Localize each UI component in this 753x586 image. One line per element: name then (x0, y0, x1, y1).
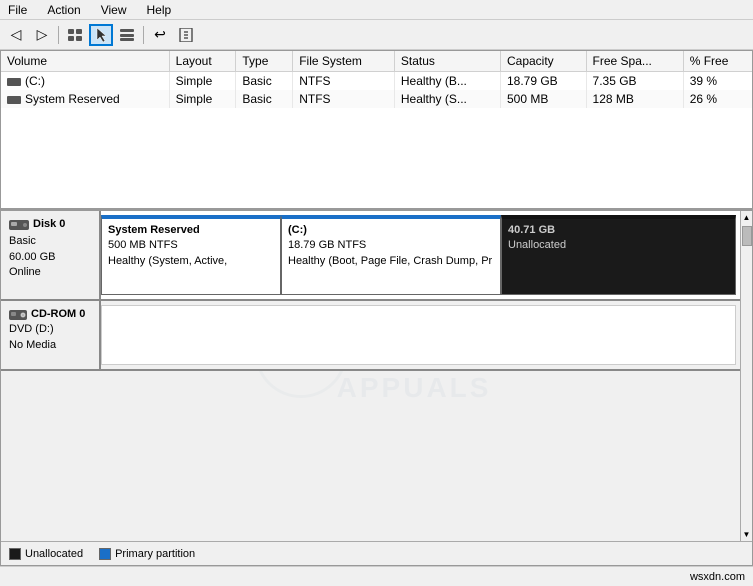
legend-unallocated-box (9, 548, 21, 560)
menu-bar: File Action View Help (0, 0, 753, 20)
cell-filesystem: NTFS (293, 90, 395, 108)
cdrom-row: CD-ROM 0 DVD (D:) No Media (1, 301, 740, 371)
volume-list-pane[interactable]: Volume Layout Type File System Status Ca… (1, 51, 752, 211)
cell-layout: Simple (169, 90, 236, 108)
cell-freespace: 7.35 GB (586, 72, 683, 91)
volume-table: Volume Layout Type File System Status Ca… (1, 51, 752, 108)
cdrom-status: No Media (9, 338, 91, 353)
info-icon (179, 28, 193, 42)
table-row[interactable]: (C:) Simple Basic NTFS Healthy (B... 18.… (1, 72, 752, 91)
menu-file[interactable]: File (4, 1, 31, 19)
cell-capacity: 18.79 GB (500, 72, 586, 91)
disk-row-0: Disk 0 Basic 60.00 GB Online System Rese… (1, 211, 740, 301)
disk-name: Disk 0 (33, 217, 65, 232)
forward-button[interactable]: ▷ (30, 24, 54, 46)
cell-volume-name: (C:) (1, 72, 169, 91)
legend-unallocated: Unallocated (9, 548, 83, 560)
disk-type: Basic (9, 234, 91, 249)
table-row[interactable]: System Reserved Simple Basic NTFS Health… (1, 90, 752, 108)
partition-c-name: (C:) (288, 223, 494, 238)
legend-primary: Primary partition (99, 548, 195, 560)
partition-sr-health: Healthy (System, Active, (108, 254, 274, 269)
info-button[interactable] (174, 24, 198, 46)
legend-primary-box (99, 548, 111, 560)
cursor-icon (95, 28, 107, 42)
toolbar-separator-1 (58, 26, 59, 44)
scroll-up-arrow[interactable]: ▲ (741, 211, 752, 224)
cell-status: Healthy (B... (394, 72, 500, 91)
toolbar-separator-2 (143, 26, 144, 44)
status-bar: wsxdn.com (0, 566, 753, 586)
cell-layout: Simple (169, 72, 236, 91)
col-filesystem[interactable]: File System (293, 51, 395, 72)
back-button[interactable]: ◁ (4, 24, 28, 46)
partition-unallocated[interactable]: 40.71 GB Unallocated (501, 215, 736, 295)
cell-type: Basic (236, 90, 293, 108)
cell-volume-name: System Reserved (1, 90, 169, 108)
partition-system-reserved[interactable]: System Reserved 500 MB NTFS Healthy (Sys… (101, 215, 281, 295)
disk-status: Online (9, 265, 91, 280)
table-header-row: Volume Layout Type File System Status Ca… (1, 51, 752, 72)
partition-c-health: Healthy (Boot, Page File, Crash Dump, Pr (288, 254, 494, 269)
status-text: wsxdn.com (690, 571, 745, 583)
cdrom-content-area (101, 305, 736, 365)
cdrom-type: DVD (D:) (9, 322, 91, 337)
volume-table-body: (C:) Simple Basic NTFS Healthy (B... 18.… (1, 72, 752, 109)
partition-c-drive[interactable]: (C:) 18.79 GB NTFS Healthy (Boot, Page F… (281, 215, 501, 295)
partition-sr-size: 500 MB NTFS (108, 238, 274, 253)
cell-type: Basic (236, 72, 293, 91)
cdrom-icon-label: CD-ROM 0 (9, 307, 91, 322)
col-status[interactable]: Status (394, 51, 500, 72)
partition-sr-name: System Reserved (108, 223, 274, 238)
menu-view[interactable]: View (97, 1, 131, 19)
toolbar: ◁ ▷ ↩ (0, 20, 753, 50)
disk-map-pane[interactable]: APPUALS 👾 ▲ ▼ (1, 211, 752, 565)
watermark: APPUALS (337, 372, 492, 404)
disk-size: 60.00 GB (9, 250, 91, 265)
cdrom-icon-svg (9, 308, 27, 322)
scroll-thumb[interactable] (742, 226, 752, 246)
list-icon (120, 29, 134, 41)
cell-filesystem: NTFS (293, 72, 395, 91)
legend-unallocated-label: Unallocated (25, 548, 83, 560)
cursor-button[interactable] (89, 24, 113, 46)
scroll-down-arrow[interactable]: ▼ (741, 528, 752, 541)
disk-label-0: Disk 0 Basic 60.00 GB Online (1, 211, 101, 299)
disk-icon-svg (9, 218, 29, 232)
cdrom-name: CD-ROM 0 (31, 307, 85, 322)
col-layout[interactable]: Layout (169, 51, 236, 72)
cell-percentfree: 39 % (683, 72, 752, 91)
partition-c-size: 18.79 GB NTFS (288, 238, 494, 253)
grid-icon (68, 29, 82, 41)
legend-primary-label: Primary partition (115, 548, 195, 560)
col-type[interactable]: Type (236, 51, 293, 72)
partition-unalloc-size: 40.71 GB (508, 223, 729, 238)
col-capacity[interactable]: Capacity (500, 51, 586, 72)
vertical-scrollbar[interactable]: ▲ ▼ (740, 211, 752, 541)
partition-unalloc-label: Unallocated (508, 238, 729, 253)
legend-bar: Unallocated Primary partition (1, 541, 752, 565)
disk-partitions-0: System Reserved 500 MB NTFS Healthy (Sys… (101, 211, 740, 299)
main-container: Volume Layout Type File System Status Ca… (0, 50, 753, 566)
menu-help[interactable]: Help (143, 1, 176, 19)
col-freespace[interactable]: Free Spa... (586, 51, 683, 72)
cell-percentfree: 26 % (683, 90, 752, 108)
view2-button[interactable] (115, 24, 139, 46)
menu-action[interactable]: Action (43, 1, 84, 19)
cell-capacity: 500 MB (500, 90, 586, 108)
cdrom-label: CD-ROM 0 DVD (D:) No Media (1, 301, 101, 369)
cell-freespace: 128 MB (586, 90, 683, 108)
col-volume[interactable]: Volume (1, 51, 169, 72)
arrow-button[interactable]: ↩ (148, 24, 172, 46)
disk-icon-label: Disk 0 (9, 217, 91, 232)
view1-button[interactable] (63, 24, 87, 46)
col-percentfree[interactable]: % Free (683, 51, 752, 72)
cell-status: Healthy (S... (394, 90, 500, 108)
